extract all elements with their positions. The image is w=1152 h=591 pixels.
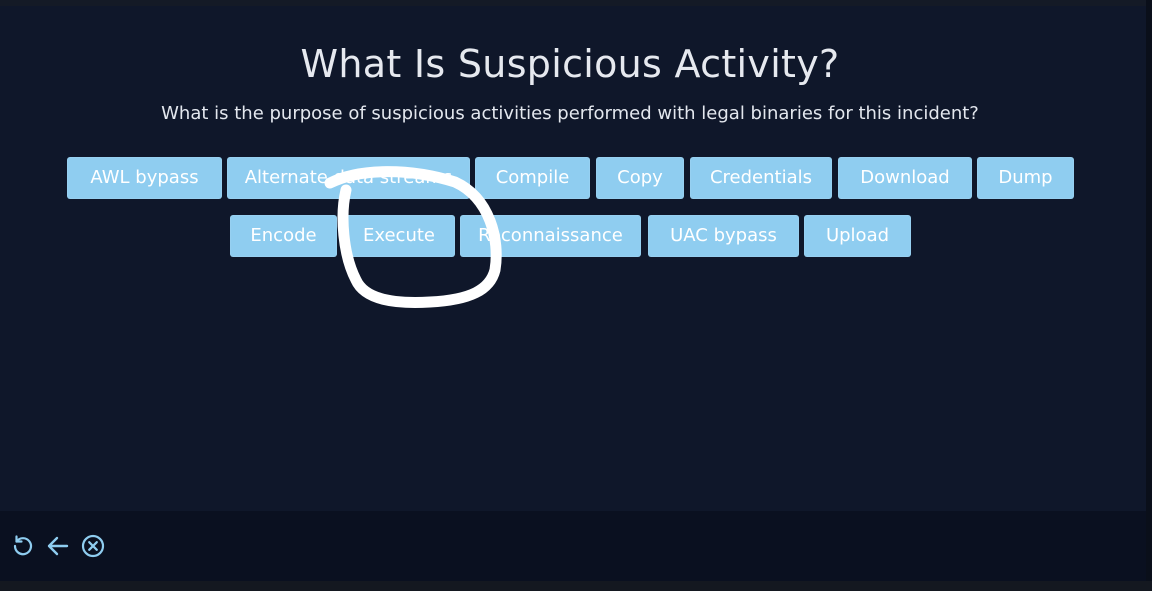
option-encode[interactable]: Encode <box>230 215 337 257</box>
quiz-panel: What Is Suspicious Activity? What is the… <box>0 6 1146 511</box>
option-upload[interactable]: Upload <box>804 215 911 257</box>
back-arrow-icon[interactable] <box>45 533 71 559</box>
option-uac-bypass[interactable]: UAC bypass <box>648 215 799 257</box>
option-copy[interactable]: Copy <box>596 157 684 199</box>
control-bar <box>0 511 1146 581</box>
option-dump[interactable]: Dump <box>977 157 1074 199</box>
option-execute[interactable]: Execute <box>343 215 455 257</box>
option-reconnaissance[interactable]: Reconnaissance <box>460 215 641 257</box>
bottom-strip <box>0 581 1152 591</box>
option-download[interactable]: Download <box>838 157 972 199</box>
option-alternate-data-streams[interactable]: Alternate data streams <box>227 157 470 199</box>
option-awl-bypass[interactable]: AWL bypass <box>67 157 222 199</box>
quiz-title: What Is Suspicious Activity? <box>300 42 840 86</box>
option-credentials[interactable]: Credentials <box>690 157 832 199</box>
reset-icon[interactable] <box>10 533 36 559</box>
right-edge <box>1146 0 1152 591</box>
option-compile[interactable]: Compile <box>475 157 590 199</box>
close-circle-icon[interactable] <box>80 533 106 559</box>
app-frame: What Is Suspicious Activity? What is the… <box>0 0 1152 591</box>
quiz-question: What is the purpose of suspicious activi… <box>161 103 979 124</box>
